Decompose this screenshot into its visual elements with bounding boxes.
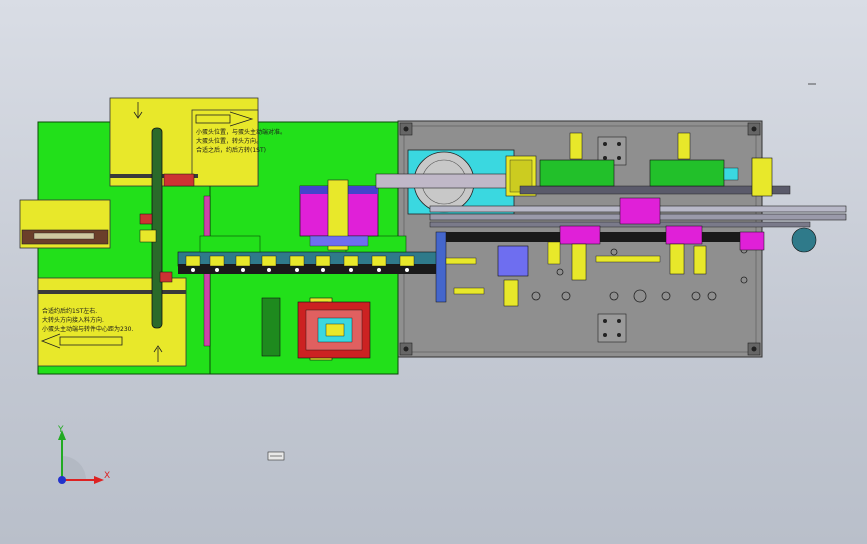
bottom-note-line-3: 小蛋头主动端与转件中心距为230. — [42, 325, 133, 333]
bottom-note-line-2: 大转头方向接入料方向. — [42, 316, 104, 324]
lower-center-parts — [261, 297, 371, 361]
cad-graphics-area[interactable]: 小蛋头位置，与蛋头主动端对准。 大蛋头位置，转头方向。 合适之后，约后方转(1S… — [0, 0, 867, 544]
left-feeder-box — [19, 199, 111, 249]
top-note-line-2: 大蛋头位置，转头方向。 — [196, 137, 262, 145]
top-note-line-3: 合适之后，约后方转(1ST) — [196, 146, 266, 154]
magenta-feeder — [299, 179, 379, 251]
y-axis-label: Y — [57, 425, 64, 435]
x-axis-label: X — [104, 471, 110, 481]
top-note-line-1: 小蛋头位置，与蛋头主动端对准。 — [196, 128, 286, 136]
coordinate-triad — [58, 430, 104, 484]
view-orientation-icon[interactable] — [267, 451, 285, 461]
bottom-note-line-1: 合适约后约1ST左右. — [42, 307, 97, 315]
